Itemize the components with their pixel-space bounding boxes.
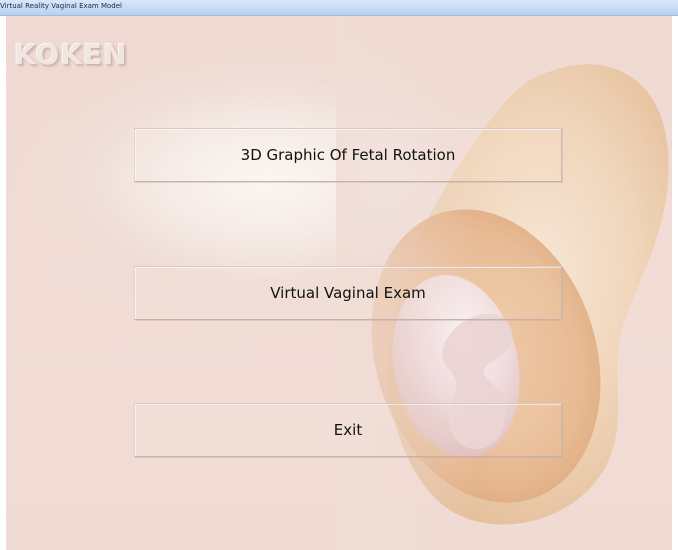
title-bar[interactable]: Virtual Reality Vaginal Exam Model [0, 0, 678, 16]
main-menu-screen: KOKEN 3D Graphic Of Fetal Rotation Virtu… [6, 16, 672, 550]
window-title: Virtual Reality Vaginal Exam Model [0, 2, 122, 10]
window-right-border [672, 16, 678, 550]
koken-logo: KOKEN [14, 38, 128, 71]
app-window: Virtual Reality Vaginal Exam Model KOKEN… [0, 0, 678, 550]
vaginal-exam-button[interactable]: Virtual Vaginal Exam [134, 266, 562, 320]
fetal-rotation-button[interactable]: 3D Graphic Of Fetal Rotation [134, 128, 562, 182]
exit-button[interactable]: Exit [134, 403, 562, 457]
